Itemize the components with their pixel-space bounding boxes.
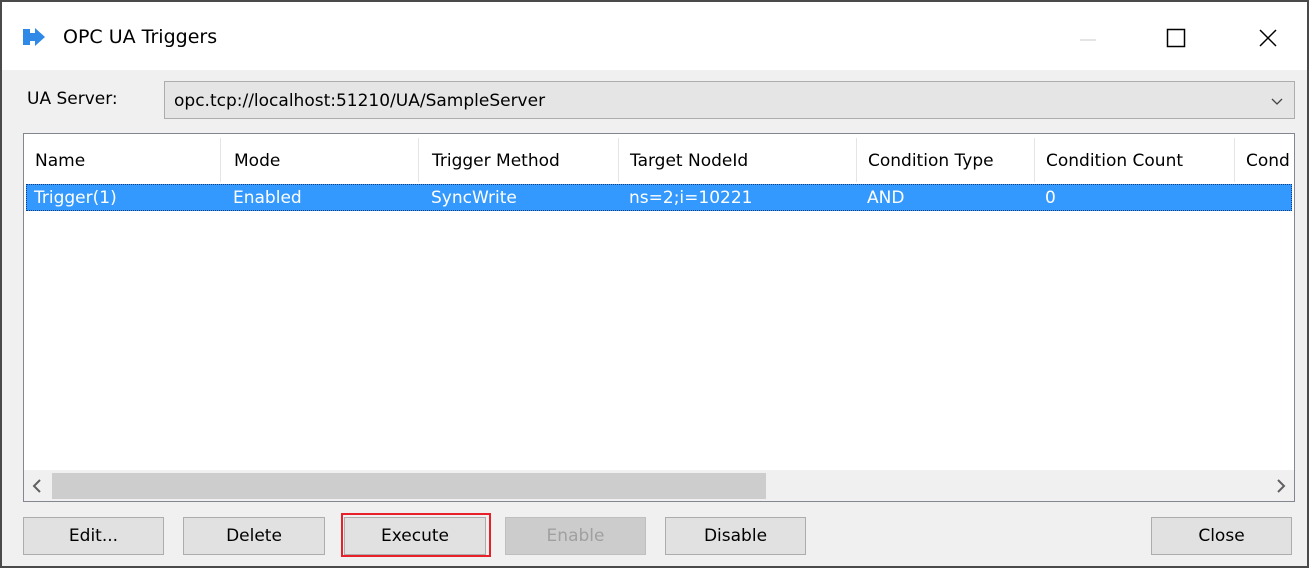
scroll-left-icon[interactable]	[30, 478, 44, 494]
minimize-button[interactable]	[1060, 16, 1116, 60]
column-header-condition-count[interactable]: Condition Count	[1046, 150, 1183, 172]
scroll-right-icon[interactable]	[1274, 478, 1288, 494]
column-header-name[interactable]: Name	[35, 150, 85, 172]
cell-name: Trigger(1)	[34, 188, 117, 208]
cell-mode: Enabled	[233, 188, 302, 208]
close-window-button[interactable]	[1240, 16, 1296, 60]
horizontal-scrollbar[interactable]	[24, 470, 1294, 501]
column-header-target-nodeid[interactable]: Target NodeId	[630, 150, 748, 172]
close-button[interactable]: Close	[1151, 517, 1292, 555]
cell-condition-type: AND	[867, 188, 905, 208]
ua-server-value: opc.tcp://localhost:51210/UA/SampleServe…	[174, 91, 546, 111]
ua-server-select[interactable]: opc.tcp://localhost:51210/UA/SampleServe…	[164, 81, 1295, 119]
execute-button[interactable]: Execute	[344, 517, 486, 555]
cell-target-nodeid: ns=2;i=10221	[629, 188, 753, 208]
disable-button[interactable]: Disable	[665, 517, 806, 555]
column-divider[interactable]	[220, 138, 221, 182]
edit-button[interactable]: Edit...	[23, 517, 164, 555]
minimize-icon	[1080, 39, 1096, 41]
delete-button[interactable]: Delete	[183, 517, 325, 555]
column-divider[interactable]	[1234, 138, 1235, 182]
table-row[interactable]: Trigger(1) Enabled SyncWrite ns=2;i=1022…	[26, 184, 1292, 211]
chevron-down-icon	[1271, 98, 1283, 105]
cell-trigger-method: SyncWrite	[431, 188, 517, 208]
scrollbar-thumb[interactable]	[52, 473, 766, 499]
close-icon	[1259, 29, 1277, 47]
list-header: Name Mode Trigger Method Target NodeId C…	[24, 134, 1294, 184]
column-header-mode[interactable]: Mode	[234, 150, 280, 172]
column-header-trigger-method[interactable]: Trigger Method	[432, 150, 560, 172]
maximize-icon	[1166, 28, 1186, 48]
window-title: OPC UA Triggers	[63, 26, 218, 48]
column-header-condition-type[interactable]: Condition Type	[868, 150, 994, 172]
column-divider[interactable]	[618, 138, 619, 182]
maximize-button[interactable]	[1148, 16, 1204, 60]
enable-button: Enable	[505, 517, 646, 555]
column-divider[interactable]	[418, 138, 419, 182]
arrow-right-icon	[23, 28, 45, 46]
triggers-list[interactable]: Name Mode Trigger Method Target NodeId C…	[23, 133, 1295, 502]
cell-condition-count: 0	[1045, 188, 1056, 208]
column-divider[interactable]	[1034, 138, 1035, 182]
ua-server-label: UA Server:	[27, 89, 118, 109]
opc-ua-triggers-window: OPC UA Triggers UA Server: opc.tcp://loc…	[0, 0, 1309, 568]
column-header-cond[interactable]: Cond	[1246, 150, 1294, 172]
title-bar: OPC UA Triggers	[2, 2, 1307, 70]
column-divider[interactable]	[856, 138, 857, 182]
